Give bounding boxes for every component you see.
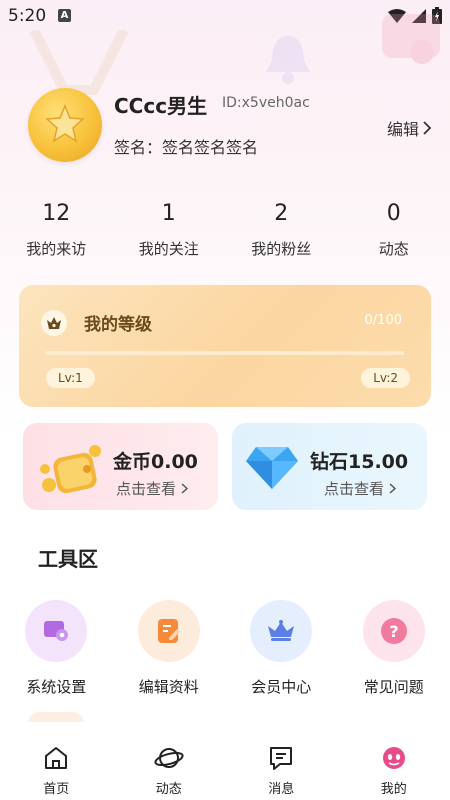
home-icon [0, 744, 113, 772]
chevron-right-icon [423, 121, 432, 135]
current-level-pill: Lv:1 [46, 368, 95, 388]
diamond-icon [246, 447, 298, 489]
crown-badge-icon [41, 310, 67, 336]
tool-system-settings[interactable]: 系统设置 [0, 600, 113, 697]
diamonds-view-link[interactable]: 点击查看 [324, 478, 396, 499]
wallet-coins-icon [40, 445, 101, 494]
username: CCcc男生 [114, 94, 208, 118]
coins-balance: 金币0.00 [113, 451, 198, 473]
coins-link-label: 点击查看 [116, 480, 177, 498]
edit-profile-link[interactable]: 编辑 [387, 116, 432, 140]
tool-label: 系统设置 [26, 678, 87, 696]
diamonds-card[interactable]: 钻石15.00 点击查看 [232, 423, 427, 510]
stat-visitors[interactable]: 12 我的来访 [0, 198, 113, 259]
status-time: 5:20 [8, 6, 47, 26]
tool-vip-center[interactable]: 会员中心 [225, 600, 338, 697]
stat-label: 我的关注 [138, 240, 199, 258]
bell-decoration-icon [266, 36, 310, 84]
edit-document-icon [137, 600, 200, 662]
tool-label: 编辑资料 [138, 678, 199, 696]
nav-feed[interactable]: 动态 [113, 722, 226, 800]
crown-icon [250, 600, 313, 662]
tool-label: 常见问题 [363, 678, 424, 696]
heart-decoration-icon [382, 14, 440, 64]
tool-faq[interactable]: ? 常见问题 [338, 600, 450, 697]
diamonds-balance: 钻石15.00 [310, 451, 409, 473]
nav-label: 首页 [43, 782, 70, 797]
nav-home[interactable]: 首页 [0, 722, 113, 800]
nav-messages[interactable]: 消息 [225, 722, 338, 800]
tools-section-title: 工具区 [38, 547, 98, 571]
stat-value: 12 [42, 201, 71, 226]
me-face-icon [338, 744, 450, 772]
tool-edit-profile[interactable]: 编辑资料 [113, 600, 226, 697]
stat-label: 我的来访 [26, 240, 87, 258]
star-coin-icon [45, 104, 85, 143]
status-notification-badge: A [58, 9, 71, 22]
level-progress-bar [45, 351, 404, 355]
stat-following[interactable]: 1 我的关注 [113, 198, 226, 259]
stat-posts[interactable]: 0 动态 [338, 198, 450, 259]
stat-label: 动态 [378, 240, 409, 258]
planet-icon [113, 744, 226, 772]
svg-text:?: ? [389, 622, 398, 641]
chevron-right-icon [389, 483, 396, 494]
stats-row: 12 我的来访 1 我的关注 2 我的粉丝 0 动态 [0, 198, 450, 259]
stat-label: 我的粉丝 [251, 240, 312, 258]
chevron-right-icon [181, 483, 188, 494]
level-title: 我的等级 [84, 315, 152, 335]
level-progress-text: 0/100 [364, 313, 402, 328]
nav-label: 消息 [268, 782, 295, 797]
stat-fans[interactable]: 2 我的粉丝 [225, 198, 338, 259]
avatar[interactable] [28, 88, 102, 162]
message-icon [225, 744, 338, 772]
tool-label: 会员中心 [251, 678, 312, 696]
user-id: ID:x5veh0ac [222, 95, 310, 111]
coins-card[interactable]: 金币0.00 点击查看 [23, 423, 218, 510]
diamonds-link-label: 点击查看 [324, 480, 385, 498]
stat-value: 2 [274, 201, 289, 226]
edit-label: 编辑 [387, 120, 420, 139]
bottom-nav: 首页 动态 消息 我的 [0, 722, 450, 800]
stat-value: 1 [161, 201, 176, 226]
signature: 签名：签名签名签名 [114, 138, 259, 157]
question-icon: ? [362, 600, 425, 662]
tools-grid: 系统设置 编辑资料 会员中心 ? 常见问题 [0, 600, 450, 697]
settings-monitor-icon [25, 600, 88, 662]
nav-label: 我的 [380, 782, 407, 797]
nav-label: 动态 [155, 782, 182, 797]
nav-me[interactable]: 我的 [338, 722, 450, 800]
coins-view-link[interactable]: 点击查看 [116, 478, 188, 499]
stat-value: 0 [386, 201, 401, 226]
level-card[interactable]: 我的等级 0/100 Lv:1 Lv:2 [19, 285, 431, 407]
next-level-pill: Lv:2 [361, 368, 410, 388]
